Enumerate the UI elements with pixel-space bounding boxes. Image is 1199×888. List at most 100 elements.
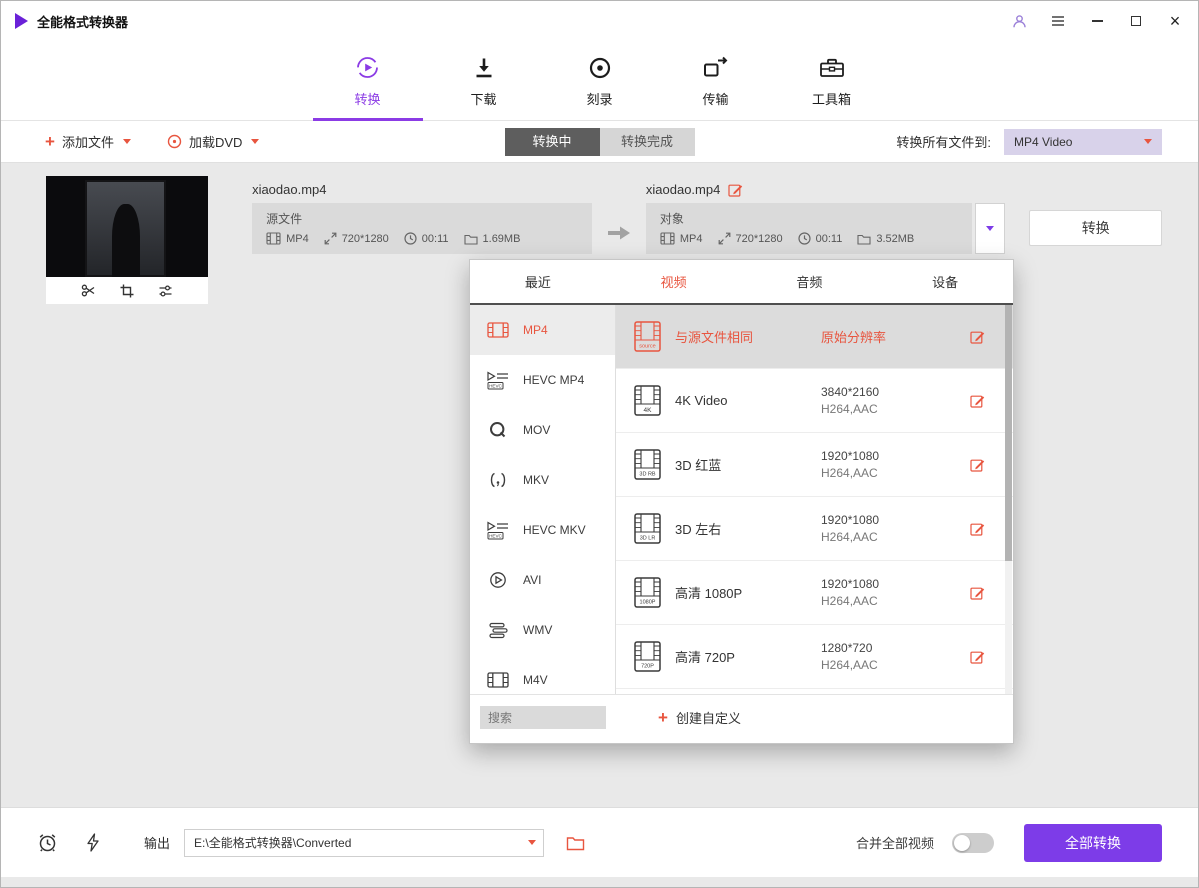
- burn-disc-icon: [587, 54, 613, 82]
- popup-tab-device[interactable]: 设备: [877, 260, 1013, 303]
- chevron-down-icon: [528, 840, 536, 845]
- svg-text:3D RB: 3D RB: [639, 472, 656, 478]
- popup-tab-recent[interactable]: 最近: [470, 260, 606, 303]
- pencil-icon: [970, 521, 985, 536]
- add-files-button[interactable]: + 添加文件: [45, 132, 131, 151]
- format-list: MP4 HEVC HEVC MP4 MOV MKV HEVC HEVC MKV …: [470, 305, 616, 694]
- target-format-dropdown-button[interactable]: [975, 203, 1005, 254]
- tab-converting[interactable]: 转换中: [505, 128, 600, 156]
- popup-tab-audio[interactable]: 音频: [742, 260, 878, 303]
- film-page-icon: 4K: [634, 385, 661, 416]
- target-filename: xiaodao.mp4: [646, 182, 720, 197]
- pencil-icon: [970, 457, 985, 472]
- crop-button[interactable]: [120, 284, 134, 298]
- schedule-button[interactable]: [37, 832, 58, 853]
- minimize-button[interactable]: [1088, 12, 1106, 30]
- tab-download[interactable]: 下载: [450, 41, 518, 120]
- search-input[interactable]: [480, 706, 606, 729]
- preset-row-3d-lr[interactable]: 3D LR 3D 左右 1920*1080H264,AAC: [616, 497, 1013, 561]
- pencil-icon: [728, 182, 743, 197]
- rename-button[interactable]: [728, 182, 743, 197]
- preset-row-4k-video[interactable]: 4K 4K Video 3840*2160H264,AAC: [616, 369, 1013, 433]
- target-duration: 00:11: [816, 233, 843, 245]
- edit-preset-button[interactable]: [970, 457, 985, 472]
- svg-text:3D LR: 3D LR: [640, 536, 656, 542]
- format-item-hevc-mkv[interactable]: HEVC HEVC MKV: [470, 505, 615, 555]
- video-thumbnail[interactable]: [46, 176, 208, 277]
- convert-button[interactable]: 转换: [1029, 210, 1162, 246]
- edit-preset-button[interactable]: [970, 329, 985, 344]
- queue-tabs: 转换中 转换完成: [505, 128, 695, 156]
- format-item-wmv[interactable]: WMV: [470, 605, 615, 655]
- preset-list: source 与源文件相同 原始分辨率 4K 4K Video 3840*216…: [616, 305, 1013, 694]
- maximize-button[interactable]: [1127, 12, 1145, 30]
- format-item-hevc-mp4[interactable]: HEVC HEVC MP4: [470, 355, 615, 405]
- close-button[interactable]: ×: [1166, 12, 1184, 30]
- open-folder-button[interactable]: [566, 835, 585, 851]
- tab-converted[interactable]: 转换完成: [600, 128, 695, 156]
- format-item-mp4[interactable]: MP4: [470, 305, 615, 355]
- output-format-dropdown[interactable]: MP4 Video: [1004, 129, 1162, 155]
- preset-resolution: 1280*720: [821, 641, 878, 655]
- film-page-icon: 720P: [634, 641, 661, 672]
- tab-transfer[interactable]: 传输: [682, 41, 750, 120]
- tab-convert[interactable]: 转换: [334, 41, 402, 120]
- edit-preset-button[interactable]: [970, 393, 985, 408]
- download-icon: [471, 54, 497, 82]
- tab-burn[interactable]: 刻录: [566, 41, 634, 120]
- transfer-icon: [702, 54, 729, 82]
- preset-row-720p[interactable]: 720P 高清 720P 1280*720H264,AAC: [616, 625, 1013, 689]
- thumbnail-person: [112, 204, 140, 277]
- film-frame-icon: [660, 232, 675, 245]
- edit-preset-button[interactable]: [970, 521, 985, 536]
- trim-button[interactable]: [81, 283, 96, 298]
- merge-videos-label: 合并全部视频: [856, 833, 934, 852]
- edit-preset-button[interactable]: [970, 649, 985, 664]
- popup-tab-video[interactable]: 视频: [606, 260, 742, 303]
- preset-name: 高清 1080P: [675, 583, 807, 602]
- menu-icon[interactable]: [1049, 12, 1067, 30]
- format-item-mkv[interactable]: MKV: [470, 455, 615, 505]
- toolbox-icon: [818, 54, 846, 82]
- quicktime-icon: [485, 421, 511, 439]
- preset-row-1080p[interactable]: 1080P 高清 1080P 1920*1080H264,AAC: [616, 561, 1013, 625]
- main-nav: 转换 下载 刻录 传输 工具箱: [1, 41, 1198, 121]
- scrollbar[interactable]: [1005, 305, 1012, 694]
- preset-row-source[interactable]: source 与源文件相同 原始分辨率: [616, 305, 1013, 369]
- film-page-icon: 1080P: [634, 577, 661, 608]
- popup-footer: + 创建自定义: [470, 694, 1013, 740]
- load-dvd-button[interactable]: 加载DVD: [167, 132, 259, 151]
- format-item-mov[interactable]: MOV: [470, 405, 615, 455]
- svg-text:4K: 4K: [644, 407, 653, 414]
- sliders-icon: [158, 284, 173, 298]
- format-label: MOV: [523, 423, 550, 437]
- preset-row-3d-rb[interactable]: 3D RB 3D 红蓝 1920*1080H264,AAC: [616, 433, 1013, 497]
- create-custom-button[interactable]: + 创建自定义: [658, 708, 741, 727]
- target-section-label: 对象: [660, 210, 958, 227]
- format-label: WMV: [523, 623, 552, 637]
- scrollbar-thumb[interactable]: [1005, 305, 1012, 561]
- mkv-icon: [485, 472, 511, 488]
- tab-toolbox[interactable]: 工具箱: [798, 41, 866, 120]
- preset-name: 4K Video: [675, 393, 807, 408]
- toolbar: + 添加文件 加载DVD 转换中 转换完成 转换所有文件到: MP4 Video: [1, 121, 1198, 163]
- format-item-m4v[interactable]: M4V: [470, 655, 615, 694]
- film-frame-icon: [266, 232, 281, 245]
- film-icon: [485, 322, 511, 338]
- tab-transfer-label: 传输: [702, 89, 728, 108]
- merge-toggle[interactable]: [952, 833, 994, 853]
- target-size: 3.52MB: [876, 233, 914, 245]
- format-label: M4V: [523, 673, 548, 687]
- effects-button[interactable]: [158, 284, 173, 298]
- convert-all-button[interactable]: 全部转换: [1024, 824, 1162, 862]
- format-item-avi[interactable]: AVI: [470, 555, 615, 605]
- target-format: MP4: [680, 233, 703, 245]
- plus-icon: +: [45, 133, 55, 150]
- output-path-select[interactable]: [184, 829, 544, 857]
- source-duration: 00:11: [422, 233, 449, 245]
- highspeed-button[interactable]: [86, 833, 100, 852]
- edit-preset-button[interactable]: [970, 585, 985, 600]
- output-path-input[interactable]: [184, 829, 544, 857]
- user-account-icon[interactable]: [1010, 12, 1028, 30]
- film-icon: [485, 672, 511, 688]
